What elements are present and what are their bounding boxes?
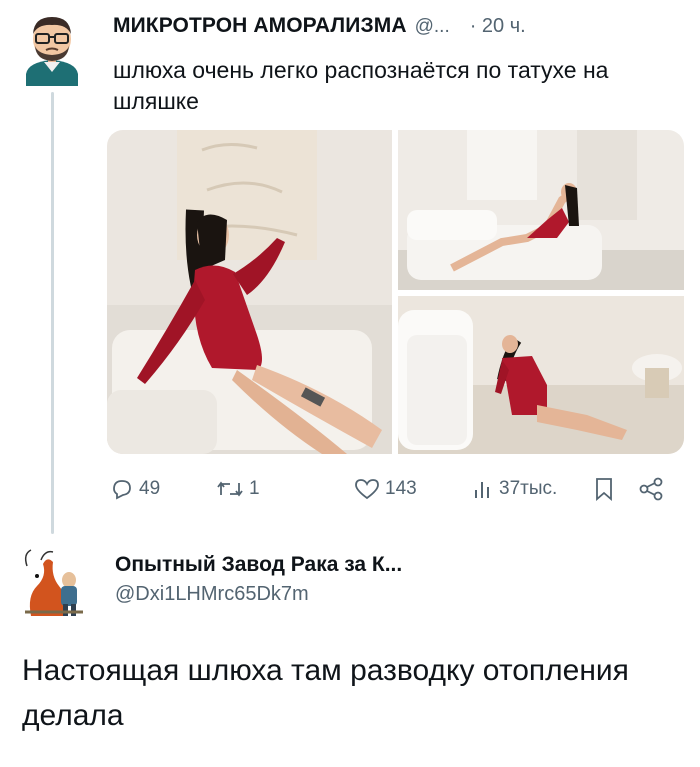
bookmark-icon <box>594 477 614 501</box>
media-photo-1[interactable] <box>107 130 392 454</box>
reply-button[interactable]: 49 <box>110 474 160 504</box>
author-name[interactable]: МИКРОТРОН АМОРАЛИЗМА <box>113 14 407 38</box>
retweet-count: 1 <box>249 478 260 499</box>
author-avatar[interactable] <box>22 12 82 86</box>
views-button[interactable]: 37тыс. <box>472 474 557 504</box>
media-photo-3[interactable] <box>398 296 684 454</box>
thread-line <box>51 92 54 534</box>
reply-author-handle[interactable]: @Dxi1LHMrc65Dk7m <box>115 583 309 606</box>
retweet-button[interactable]: 1 <box>216 474 260 504</box>
reply-author-avatar[interactable] <box>17 546 89 618</box>
views-icon <box>472 478 494 500</box>
media-grid <box>107 130 684 454</box>
share-icon <box>638 477 664 501</box>
like-count: 143 <box>385 478 417 499</box>
media-photo-2[interactable] <box>398 130 684 290</box>
like-button[interactable]: 143 <box>354 474 417 504</box>
reply-header: Опытный Завод Рака за К... <box>115 553 402 577</box>
reply-icon <box>110 478 134 500</box>
share-button[interactable] <box>638 474 664 504</box>
tweet-time[interactable]: · 20 ч. <box>470 15 526 38</box>
retweet-icon <box>216 478 244 500</box>
tweet-actions: 49 1 143 37тыс. <box>110 474 670 504</box>
author-handle[interactable]: @... <box>415 16 450 38</box>
reply-text: Настоящая шлюха там разводку отопления д… <box>22 654 629 732</box>
reply-count: 49 <box>139 478 161 499</box>
reply-author-name[interactable]: Опытный Завод Рака за К... <box>115 553 402 576</box>
like-icon <box>354 478 380 500</box>
tweet-header: МИКРОТРОН АМОРАЛИЗМА @... · 20 ч. <box>113 14 673 44</box>
bookmark-button[interactable] <box>594 474 614 504</box>
tweet-text: шлюха очень легко распознаётся по татухе… <box>113 57 609 114</box>
views-count: 37тыс. <box>499 478 558 499</box>
